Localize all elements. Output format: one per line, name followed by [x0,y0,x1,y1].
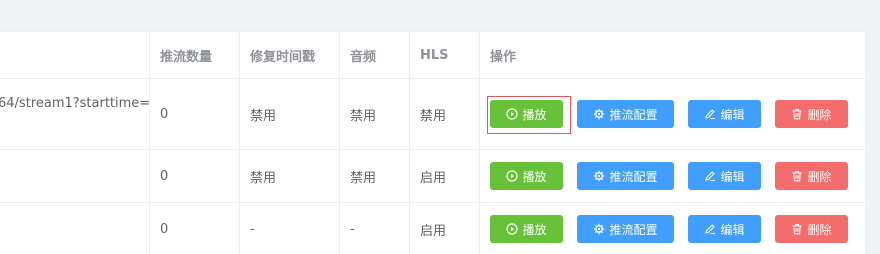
trash-icon [791,108,803,120]
pencil-icon [704,170,716,182]
url-cell [0,203,150,254]
play-circle-icon [506,108,519,120]
delete-label: 删除 [807,222,832,237]
header-hls: HLS [410,32,480,78]
table-row: 64/stream1?starttime= 0 禁用 禁用 禁用 播放 推流配置… [0,79,865,150]
header-audio: 音频 [340,32,410,78]
play-label: 播放 [522,169,547,184]
pencil-icon [704,223,716,235]
delete-label: 删除 [807,169,832,184]
pencil-icon [704,108,716,120]
actions-cell: 播放 推流配置 编辑 删除 [480,79,865,149]
play-button[interactable]: 播放 [490,215,563,243]
audio-cell: 禁用 [340,79,410,149]
push-config-button[interactable]: 推流配置 [577,162,674,190]
gear-icon [593,223,605,235]
audio-cell: 禁用 [340,150,410,202]
gear-icon [593,108,605,120]
audio-cell: - [340,203,410,254]
play-circle-icon [506,223,519,235]
hls-cell: 启用 [410,150,480,202]
url-cell [0,150,150,202]
delete-button[interactable]: 删除 [775,100,848,128]
push-config-label: 推流配置 [609,222,658,237]
delete-button[interactable]: 删除 [775,162,848,190]
header-cell-url [0,32,150,78]
play-circle-icon [506,170,519,182]
actions-cell: 播放 推流配置 编辑 删除 [480,203,865,254]
play-button[interactable]: 播放 [490,100,563,128]
table-row: 0 禁用 禁用 启用 播放 推流配置 编辑 删除 [0,150,865,203]
play-label: 播放 [522,107,547,122]
fix-timestamp-cell: 禁用 [240,150,340,202]
actions-cell: 播放 推流配置 编辑 删除 [480,150,865,202]
push-config-label: 推流配置 [609,169,658,184]
push-config-button[interactable]: 推流配置 [577,100,674,128]
header-actions: 操作 [490,49,517,65]
delete-label: 删除 [807,107,832,122]
gear-icon [593,170,605,182]
trash-icon [791,170,803,182]
fix-timestamp-cell: - [240,203,340,254]
edit-button[interactable]: 编辑 [688,100,761,128]
edit-button[interactable]: 编辑 [688,215,761,243]
edit-label: 编辑 [720,222,745,237]
play-button[interactable]: 播放 [490,162,563,190]
delete-button[interactable]: 删除 [775,215,848,243]
push-count-cell: 0 [150,203,240,254]
url-cell: 64/stream1?starttime= [0,79,150,149]
trash-icon [791,223,803,235]
edit-label: 编辑 [720,169,745,184]
edit-label: 编辑 [720,107,745,122]
table-row: 0 - - 启用 播放 推流配置 编辑 删除 [0,203,865,254]
play-label: 播放 [522,222,547,237]
hls-cell: 启用 [410,203,480,254]
header-push-count: 推流数量 [150,32,240,78]
stream-url: 64/stream1?starttime= [0,96,150,111]
push-config-button[interactable]: 推流配置 [577,215,674,243]
fix-timestamp-cell: 禁用 [240,79,340,149]
edit-button[interactable]: 编辑 [688,162,761,190]
table-header-row: 推流数量 修复时间戳 音频 HLS 操作 [0,32,865,79]
stream-table: 推流数量 修复时间戳 音频 HLS 操作 64/stream1?starttim… [0,31,866,254]
push-count-cell: 0 [150,150,240,202]
header-fix-timestamp: 修复时间戳 [240,32,340,78]
push-config-label: 推流配置 [609,107,658,122]
hls-cell: 禁用 [410,79,480,149]
push-count-cell: 0 [150,79,240,149]
